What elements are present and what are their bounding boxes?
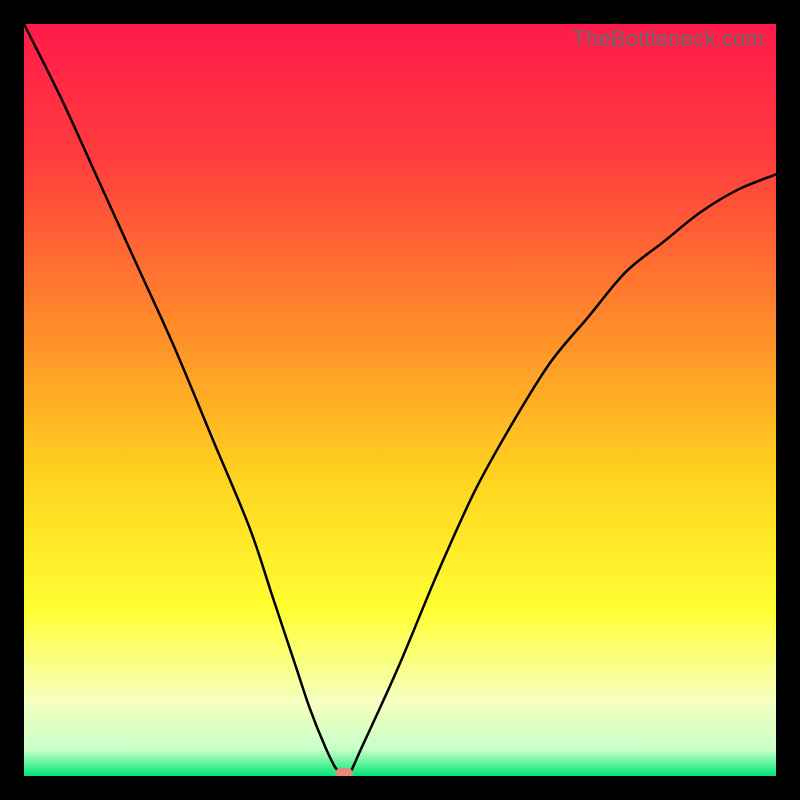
outer-frame: TheBottleneck.com [0,0,800,800]
bottleneck-curve [24,24,776,776]
min-marker [335,768,353,776]
plot-area: TheBottleneck.com [24,24,776,776]
gradient-background [24,24,776,776]
watermark-text: TheBottleneck.com [572,26,764,52]
